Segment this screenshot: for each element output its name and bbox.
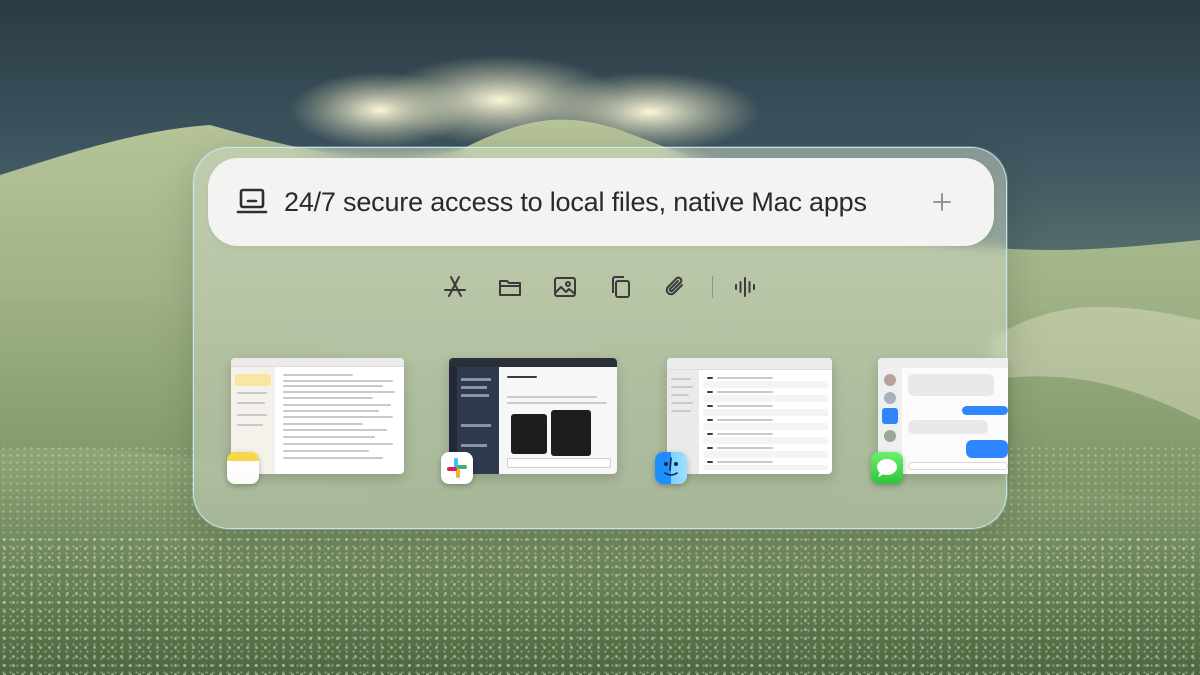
laptop-icon xyxy=(236,187,268,217)
search-query-text[interactable]: 24/7 secure access to local files, nativ… xyxy=(284,158,867,246)
toolbar-divider xyxy=(712,276,713,298)
plus-icon[interactable] xyxy=(930,190,954,214)
messages-icon xyxy=(871,452,903,484)
app-thumbnail-slack[interactable] xyxy=(449,358,617,474)
app-thumbnail-finder[interactable] xyxy=(667,358,832,474)
paperclip-icon[interactable] xyxy=(660,272,690,302)
copy-icon[interactable] xyxy=(605,272,635,302)
audio-waveform-icon[interactable] xyxy=(730,272,760,302)
attachment-toolbar xyxy=(440,272,770,304)
slack-icon xyxy=(441,452,473,484)
search-bar[interactable]: 24/7 secure access to local files, nativ… xyxy=(208,158,994,246)
notes-icon xyxy=(227,452,259,484)
folder-icon[interactable] xyxy=(495,272,525,302)
finder-icon xyxy=(655,452,687,484)
image-icon[interactable] xyxy=(550,272,580,302)
launcher-panel: 24/7 secure access to local files, nativ… xyxy=(193,147,1008,529)
app-store-icon[interactable] xyxy=(440,272,470,302)
